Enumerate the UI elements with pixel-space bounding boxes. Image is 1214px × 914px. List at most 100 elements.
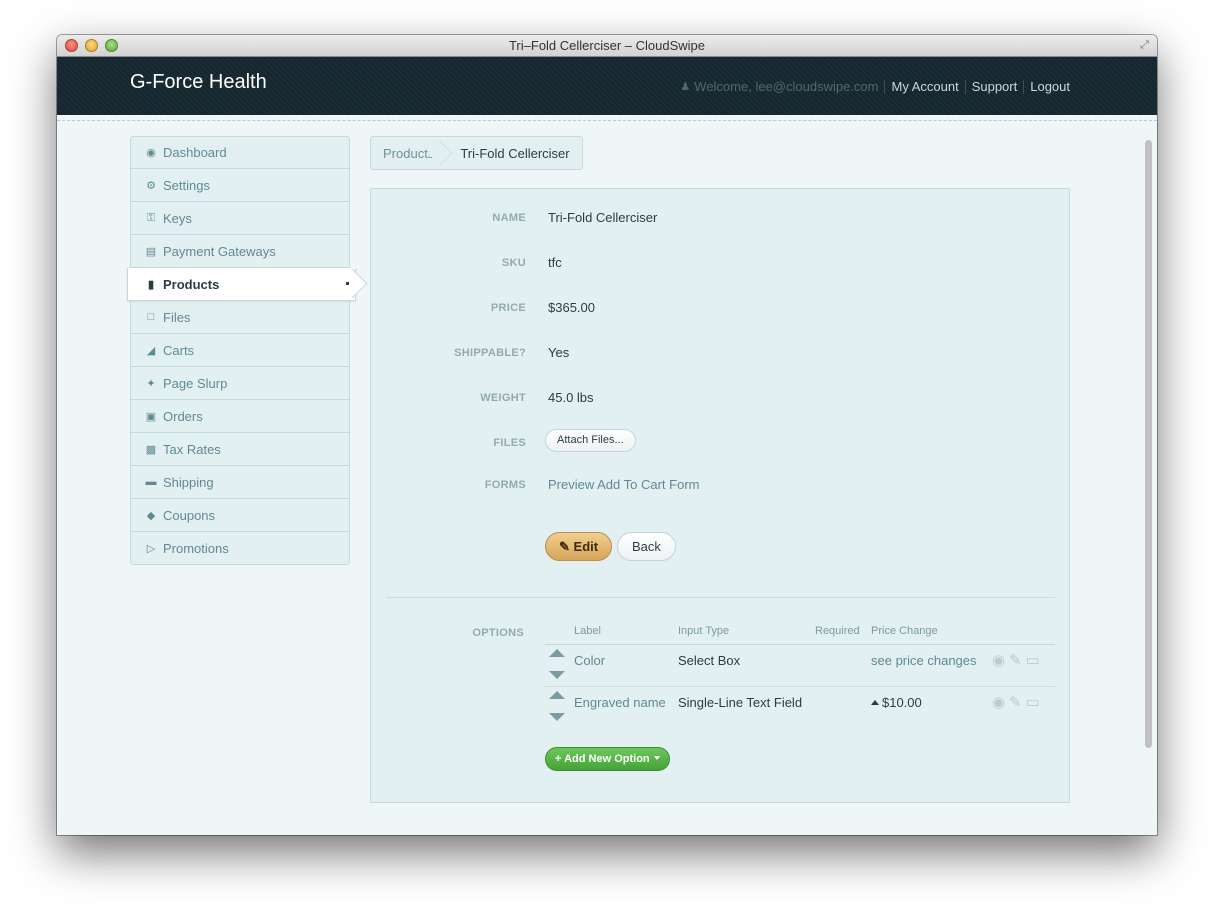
plus-icon: + — [555, 753, 562, 765]
move-up-icon[interactable] — [549, 691, 565, 699]
option-input-type: Single-Line Text Field — [678, 695, 803, 710]
sidebar-item-label: Orders — [163, 408, 203, 424]
price-field: PRICE $365.00 — [371, 299, 1071, 319]
sidebar-item-carts[interactable]: ◢ Carts — [130, 334, 350, 367]
logout-link[interactable]: Logout — [1030, 79, 1070, 94]
header-divider — [57, 115, 1157, 121]
sidebar-item-label: Files — [163, 309, 191, 325]
sidebar-item-page-slurp[interactable]: ✦ Page Slurp — [130, 367, 350, 400]
breadcrumb-current: Tri-Fold Cellerciser — [460, 145, 570, 161]
option-price-change[interactable]: see price changes — [871, 653, 977, 668]
shippable-field: SHIPPABLE? Yes — [371, 344, 1071, 364]
nav-divider — [884, 79, 886, 94]
sidebar-item-label: Page Slurp — [163, 375, 228, 391]
caret-down-icon — [653, 756, 660, 760]
files-field: FILES Attach Files... — [371, 429, 1071, 454]
sidebar-item-label: Shipping — [163, 474, 214, 490]
nav-divider — [964, 79, 966, 94]
sidebar-item-label: Dashboard — [163, 145, 227, 160]
sidebar-item-settings[interactable]: ⚙ Settings — [130, 169, 350, 202]
shippable-label: SHIPPABLE? — [454, 347, 526, 359]
vertical-scrollbar[interactable] — [1145, 140, 1152, 748]
option-price-change: $10.00 — [871, 695, 922, 710]
sidebar-item-payment-gateways[interactable]: ▤ Payment Gateways — [130, 235, 350, 268]
credit-card-icon: ▤ — [145, 245, 157, 258]
sidebar-item-files[interactable]: □ Files — [130, 301, 350, 334]
sidebar-nav: ◉ Dashboard ⚙ Settings ⚿ Keys ▤ Payment Gate… — [127, 136, 356, 565]
pencil-icon[interactable]: ✎ — [1009, 651, 1022, 669]
name-label: NAME — [492, 212, 526, 224]
sidebar-item-label: Payment Gateways — [163, 243, 276, 259]
nav-divider — [1023, 79, 1025, 94]
option-input-type: Select Box — [678, 653, 741, 668]
window-title: Tri–Fold Cellerciser – CloudSwipe — [508, 38, 706, 53]
sidebar-item-products[interactable]: ▮ Products — [127, 268, 356, 301]
trash-icon[interactable]: ▭ — [1026, 693, 1040, 711]
breadcrumb-products-link[interactable]: Products — [371, 137, 446, 169]
option-price-value: $10.00 — [882, 695, 922, 710]
book-icon: ▩ — [145, 443, 157, 456]
cart-icon: ◢ — [146, 344, 156, 357]
product-detail-panel: NAME Tri-Fold Cellerciser SKU tfc PRICE … — [370, 188, 1070, 803]
sidebar-item-coupons[interactable]: ◆ Coupons — [130, 499, 350, 532]
move-down-icon[interactable] — [549, 713, 565, 721]
dashboard-icon: ◉ — [146, 147, 156, 159]
add-new-option-label: Add New Option — [564, 753, 650, 765]
tags-icon: ◆ — [146, 509, 156, 522]
caret-up-icon — [871, 700, 879, 705]
app-window: Tri–Fold Cellerciser – CloudSwipe ⤢ G-Fo… — [57, 35, 1157, 835]
sidebar-item-shipping[interactable]: ▬ Shipping — [130, 466, 350, 499]
options-table: Label Input Type Required Price Change C… — [545, 621, 1055, 729]
back-button[interactable]: Back — [617, 532, 676, 561]
fullscreen-icon[interactable]: ⤢ — [1138, 39, 1151, 52]
add-new-option-button[interactable]: + Add New Option — [545, 747, 670, 771]
sidebar-item-label: Coupons — [163, 507, 216, 523]
shippable-value: Yes — [548, 345, 570, 360]
attach-files-button[interactable]: Attach Files... — [545, 429, 636, 452]
table-row: Color Select Box see price changes ◉ ✎ ▭ — [545, 645, 1055, 687]
money-icon: ▣ — [145, 410, 157, 423]
column-header-label: Label — [574, 625, 601, 637]
eye-icon[interactable]: ◉ — [992, 693, 1005, 711]
sidebar-item-orders[interactable]: ▣ Orders — [130, 400, 350, 433]
sidebar-item-label: Carts — [163, 342, 195, 358]
barcode-icon: ▮ — [147, 278, 155, 291]
section-divider — [386, 597, 1055, 598]
gear-icon: ⚙ — [146, 179, 156, 192]
sidebar-item-label: Tax Rates — [163, 441, 221, 457]
file-icon: □ — [147, 311, 155, 323]
edit-button-label: Edit — [573, 539, 599, 554]
column-header-input-type: Input Type — [678, 625, 730, 637]
support-link[interactable]: Support — [972, 79, 1018, 94]
sku-field: SKU tfc — [371, 254, 1071, 274]
option-label[interactable]: Engraved name — [574, 695, 666, 710]
pencil-icon[interactable]: ✎ — [1009, 693, 1022, 711]
welcome-text: Welcome, lee@cloudswipe.com — [694, 79, 879, 94]
sidebar-item-dashboard[interactable]: ◉ Dashboard — [130, 136, 350, 169]
name-value: Tri-Fold Cellerciser — [548, 210, 658, 225]
row-actions: ◉ ✎ ▭ — [992, 651, 1040, 669]
weight-label: WEIGHT — [480, 392, 526, 404]
brand-name[interactable]: G-Force Health — [130, 71, 267, 94]
weight-field: WEIGHT 45.0 lbs — [371, 389, 1071, 409]
preview-form-link[interactable]: Preview Add To Cart Form — [548, 477, 699, 492]
my-account-link[interactable]: My Account — [891, 79, 958, 94]
table-row: Engraved name Single-Line Text Field $10… — [545, 687, 1055, 729]
active-indicator — [346, 282, 349, 285]
eye-icon[interactable]: ◉ — [992, 651, 1005, 669]
sidebar-item-keys[interactable]: ⚿ Keys — [130, 202, 350, 235]
edit-button[interactable]: ✎ Edit — [545, 532, 613, 561]
options-label: OPTIONS — [472, 627, 524, 639]
move-up-icon[interactable] — [549, 649, 565, 657]
move-down-icon[interactable] — [549, 671, 565, 679]
option-label[interactable]: Color — [574, 653, 605, 668]
window-titlebar: Tri–Fold Cellerciser – CloudSwipe ⤢ — [57, 35, 1157, 57]
sidebar-item-label: Settings — [163, 177, 210, 193]
bullhorn-icon: ▷ — [146, 542, 156, 555]
breadcrumb: Products Tri-Fold Cellerciser — [370, 136, 583, 170]
options-table-header: Label Input Type Required Price Change — [545, 621, 1055, 645]
sidebar-item-label: Keys — [163, 210, 192, 226]
sidebar-item-promotions[interactable]: ▷ Promotions — [130, 532, 350, 565]
sidebar-item-tax-rates[interactable]: ▩ Tax Rates — [130, 433, 350, 466]
trash-icon[interactable]: ▭ — [1026, 651, 1040, 669]
